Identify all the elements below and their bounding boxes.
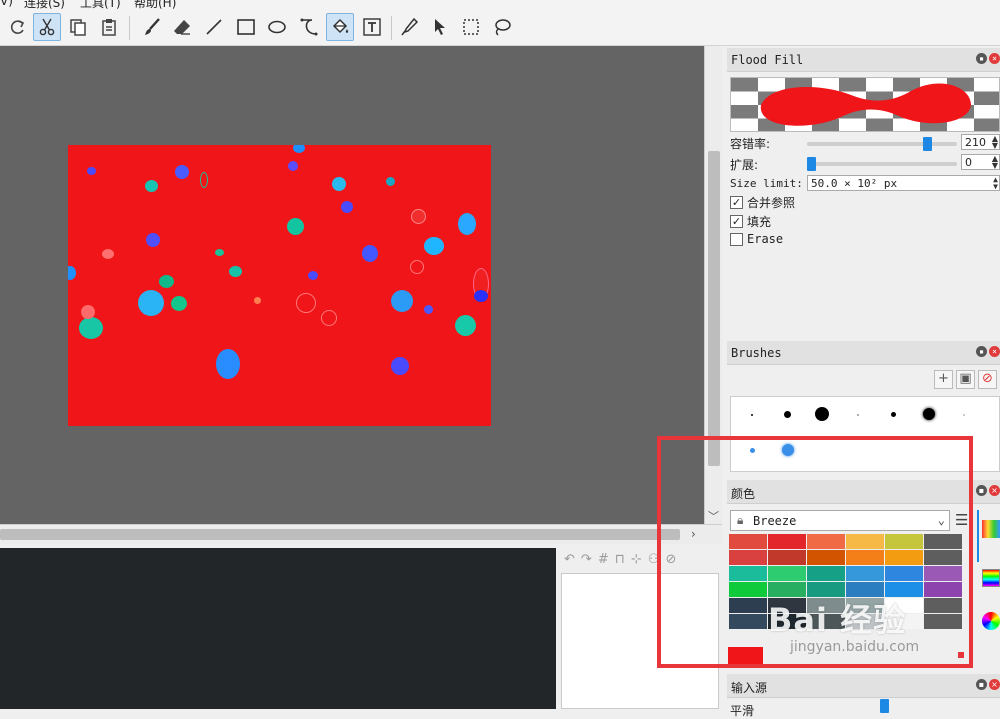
add-icon[interactable]: ⊹ xyxy=(631,552,642,567)
checkbox-box[interactable]: ✓ xyxy=(730,215,743,228)
float-icon[interactable]: ▪ xyxy=(976,485,987,496)
close-icon[interactable]: × xyxy=(989,679,1000,690)
panel-controls: ▪ × xyxy=(976,53,1000,64)
color-sliders-tab-icon[interactable] xyxy=(982,569,1000,587)
palette-tab-icon[interactable] xyxy=(982,520,1000,538)
expand-slider[interactable] xyxy=(807,157,957,171)
color-wheel-tab-icon[interactable] xyxy=(982,612,1000,630)
menu-item-view[interactable]: V) xyxy=(0,0,13,8)
close-icon[interactable]: × xyxy=(989,485,1000,496)
tolerance-label: 容错率: xyxy=(730,137,771,151)
brushes-panel-title: Brushes ▪ × xyxy=(727,341,1000,365)
menu-item-connect[interactable]: 连接(S) xyxy=(24,0,65,10)
painted-image[interactable] xyxy=(68,145,491,426)
panel-controls: ▪ × xyxy=(976,679,1000,690)
checkbox-box[interactable] xyxy=(730,232,743,246)
undo-icon[interactable]: ↶ xyxy=(564,552,575,567)
tolerance-slider-knob[interactable] xyxy=(922,137,932,151)
layers-panel xyxy=(0,548,556,709)
canvas-area[interactable] xyxy=(0,46,704,524)
flood-fill-icon[interactable] xyxy=(326,13,354,41)
merge-label: 合并参照 xyxy=(747,196,796,210)
line-icon[interactable] xyxy=(200,13,228,41)
cut-icon[interactable] xyxy=(33,13,61,41)
ellipse-icon[interactable] xyxy=(263,13,291,41)
size-limit-label: Size limit: xyxy=(730,177,803,190)
brushes-toolbar: + ▣ ⊘ xyxy=(934,370,997,389)
tolerance-spinbox[interactable]: 210 ▲ ▼ xyxy=(961,134,1000,150)
size-limit-value: 50.0 × 10² px xyxy=(811,177,898,190)
brush-preset[interactable] xyxy=(784,411,791,418)
float-icon[interactable]: ▪ xyxy=(976,53,987,64)
erase-checkbox[interactable]: Erase xyxy=(730,232,783,246)
color-side-tabs xyxy=(977,510,1000,654)
panel-title-text: 输入源 xyxy=(731,681,768,695)
select-arrow-icon[interactable] xyxy=(426,13,454,41)
erase-label: Erase xyxy=(747,232,784,246)
menu-bar: V) 连接(S) 工具(T) 帮助(H) xyxy=(0,0,1000,10)
close-icon[interactable]: × xyxy=(989,53,1000,64)
color-picker-icon[interactable] xyxy=(395,13,423,41)
grid-icon[interactable]: # xyxy=(598,552,609,567)
merge-checkbox[interactable]: ✓ 合并参照 xyxy=(730,194,795,211)
rectangle-icon[interactable] xyxy=(232,13,260,41)
panel-controls: ▪ × xyxy=(976,485,1000,496)
panel-title-text: Flood Fill xyxy=(731,53,804,67)
expand-slider-knob[interactable] xyxy=(807,157,816,171)
save-brush-icon[interactable]: ▣ xyxy=(956,370,975,389)
eraser-icon[interactable] xyxy=(168,13,196,41)
redo-icon[interactable] xyxy=(3,13,31,41)
add-brush-icon[interactable]: + xyxy=(934,370,953,389)
fill-checkbox[interactable]: ✓ 填充 xyxy=(730,213,771,230)
fill-label: 填充 xyxy=(747,215,772,229)
rect-select-icon[interactable] xyxy=(457,13,485,41)
tolerance-value: 210 xyxy=(965,136,986,149)
fill-preview xyxy=(730,77,1000,132)
text-icon[interactable] xyxy=(358,13,386,41)
copy-icon[interactable] xyxy=(64,13,92,41)
toolbar-separator xyxy=(129,16,130,40)
toolbar-separator xyxy=(391,16,392,40)
panel-title-text: Brushes xyxy=(731,346,782,360)
float-icon[interactable]: ▪ xyxy=(976,679,987,690)
brush-icon[interactable] xyxy=(138,13,166,41)
menu-item-help[interactable]: 帮助(H) xyxy=(134,0,176,10)
close-icon[interactable]: × xyxy=(989,346,1000,357)
float-icon[interactable]: ▪ xyxy=(976,346,987,357)
redo-icon[interactable]: ↷ xyxy=(581,552,592,567)
size-limit-spinbox[interactable]: 50.0 × 10² px ▲ ▼ xyxy=(807,175,1000,191)
brush-preset[interactable] xyxy=(751,414,753,416)
brush-preset[interactable] xyxy=(963,414,965,416)
smoothing-slider-knob[interactable] xyxy=(880,699,889,713)
scrollbar-thumb[interactable] xyxy=(0,529,680,540)
expand-spinbox[interactable]: 0 ▲ ▼ xyxy=(961,154,1000,170)
highlight-annotation-box xyxy=(657,436,973,668)
smoothing-label: 平滑 xyxy=(730,704,755,718)
brush-preset[interactable] xyxy=(857,414,859,416)
flood-fill-panel-title: Flood Fill ▪ × xyxy=(727,48,1000,72)
expand-label: 扩展: xyxy=(730,158,759,172)
panel-controls: ▪ × xyxy=(976,346,1000,357)
curve-icon[interactable] xyxy=(295,13,323,41)
brush-preset[interactable] xyxy=(923,408,935,420)
toolbar xyxy=(0,10,1000,46)
canvas-horizontal-scrollbar[interactable]: › xyxy=(0,524,722,544)
tolerance-slider[interactable] xyxy=(807,137,957,151)
expand-value: 0 xyxy=(965,156,972,169)
lasso-icon[interactable] xyxy=(488,13,516,41)
scrollbar-thumb[interactable] xyxy=(708,151,720,466)
fill-preview-graphic xyxy=(731,78,999,131)
lock-icon[interactable]: ⊓ xyxy=(615,552,625,567)
checkbox-box[interactable]: ✓ xyxy=(730,196,743,209)
brush-preset[interactable] xyxy=(891,412,896,417)
paste-icon[interactable] xyxy=(95,13,123,41)
input-source-panel-title: 输入源 ▪ × xyxy=(727,674,1000,698)
delete-brush-icon[interactable]: ⊘ xyxy=(978,370,997,389)
menu-item-tools[interactable]: 工具(T) xyxy=(80,0,121,10)
brush-preset[interactable] xyxy=(815,407,829,421)
active-tab-indicator xyxy=(977,510,979,562)
